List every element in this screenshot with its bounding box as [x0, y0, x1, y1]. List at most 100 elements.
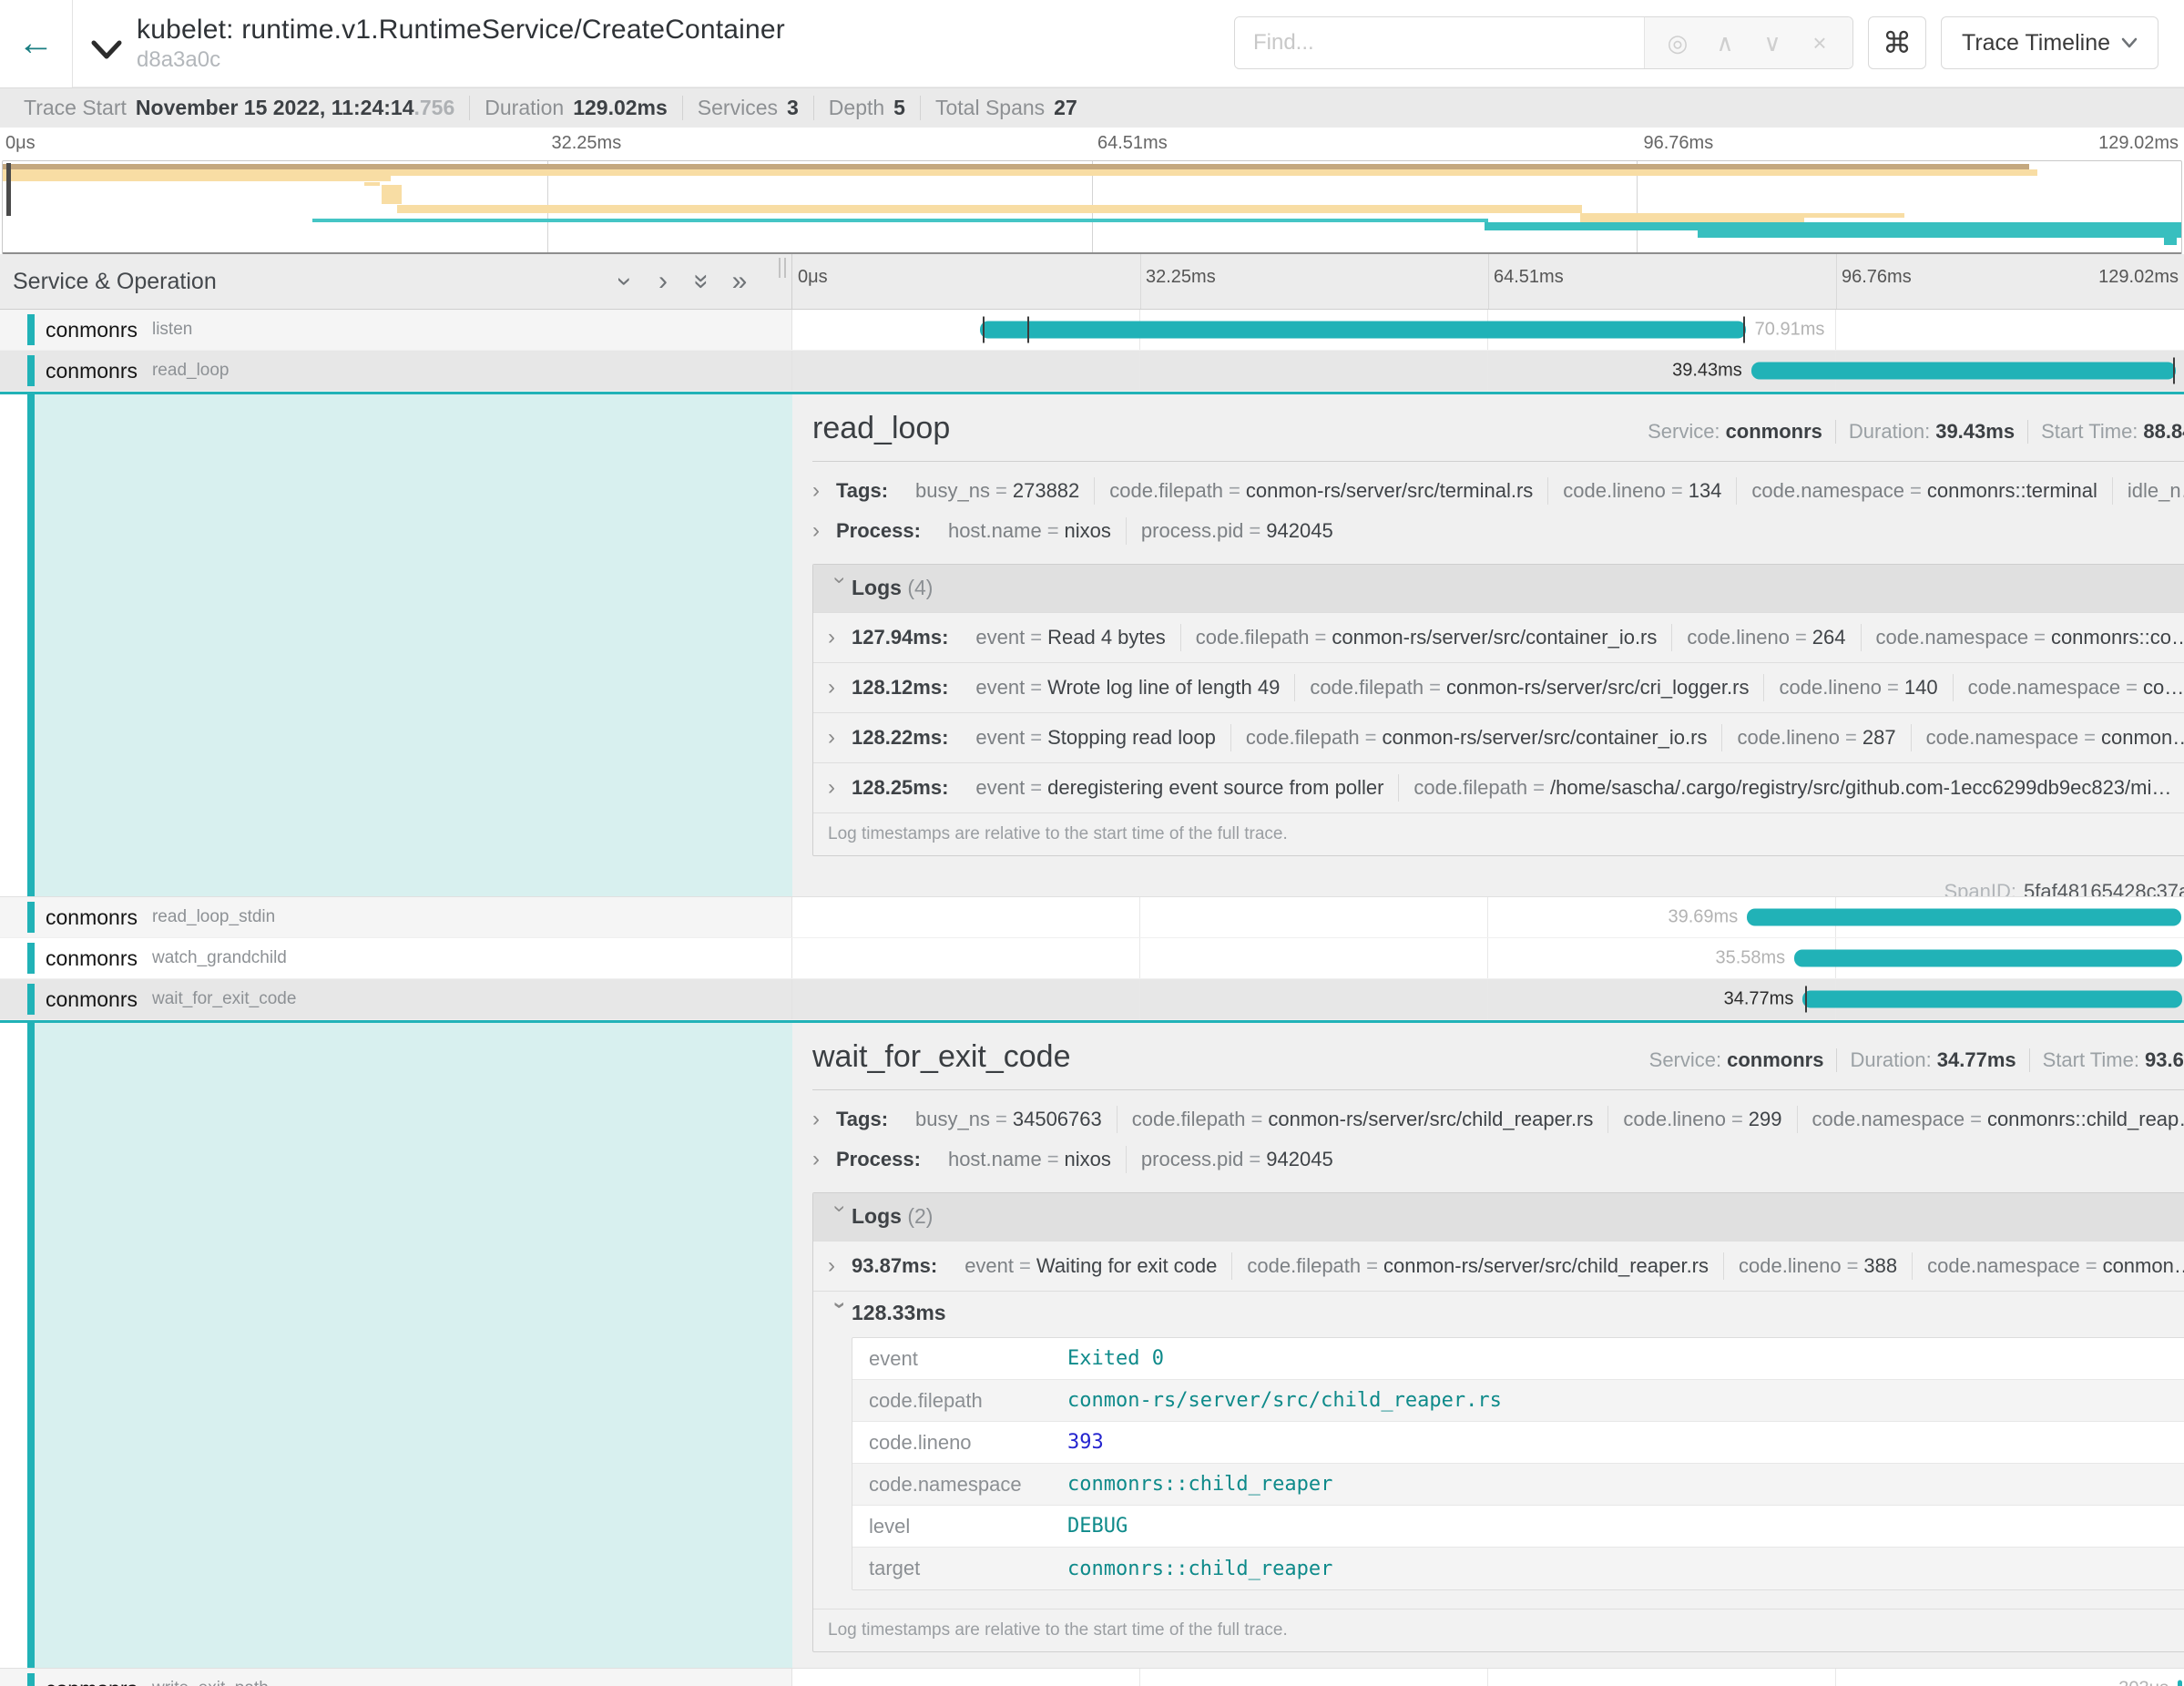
log-field-row: code.filepathconmon-rs/server/src/child_…	[852, 1380, 2184, 1422]
detail-indent-tint	[35, 1023, 792, 1668]
tag-item: code.filepath=conmon-rs/server/src/conta…	[1231, 724, 1723, 751]
tag-value: 942045	[1266, 1148, 1332, 1170]
ruler-tick-label: 32.25ms	[1146, 267, 1216, 288]
collapse-all-icon[interactable]: »	[686, 266, 717, 297]
expand-one-icon[interactable]: ›	[648, 266, 679, 297]
detail-meta-item: Start Time:88.84ms	[2028, 420, 2184, 444]
back-button[interactable]: ←	[0, 0, 73, 87]
chevron-right-icon: ›	[812, 1147, 836, 1172]
equals-sign: =	[1361, 1254, 1383, 1277]
chevron-right-icon: ›	[812, 1107, 836, 1132]
minimap-viewport-handle[interactable]	[6, 163, 11, 216]
locate-match-icon[interactable]: ◎	[1654, 17, 1701, 68]
operation-name: wait_for_exit_code	[152, 989, 296, 1009]
next-match-icon[interactable]: ∨	[1749, 17, 1796, 68]
process-row[interactable]: ›Process:host.name=nixosprocess.pid=9420…	[812, 511, 2184, 551]
tag-key: code.filepath	[1196, 626, 1310, 649]
log-entry-row[interactable]: ›128.25ms:event=deregistering event sour…	[813, 762, 2184, 812]
span-timeline-cell[interactable]: 70.91ms	[792, 310, 2184, 350]
span-duration-bar[interactable]	[1751, 363, 2176, 380]
tag-item: code.lineno=388	[1724, 1252, 1913, 1280]
span-detail-indent-strip	[0, 1023, 792, 1668]
minimap-span-bar	[3, 169, 2037, 176]
tag-value: conmon…	[2101, 726, 2184, 749]
ruler-tick-label: 64.51ms	[1097, 133, 1168, 154]
equals-sign: =	[1025, 676, 1047, 699]
back-arrow-icon: ←	[18, 23, 55, 63]
span-row-read_loop_stdin[interactable]: conmonrsread_loop_stdin39.69ms	[0, 897, 2184, 938]
span-name-cell[interactable]: conmonrswait_for_exit_code	[0, 979, 792, 1019]
span-row-listen[interactable]: conmonrslisten70.91ms	[0, 310, 2184, 351]
span-duration-bar[interactable]	[1747, 909, 2181, 926]
span-timeline-cell[interactable]: 39.69ms	[792, 897, 2184, 937]
equals-sign: =	[1025, 626, 1047, 649]
logs-count: (2)	[907, 1204, 933, 1228]
span-row-write_exit_path[interactable]: conmonrswrite_exit_path303μs	[0, 1669, 2184, 1686]
chevron-right-icon: ›	[828, 775, 852, 801]
minimap-span-bar	[1802, 213, 1904, 218]
log-field-key: code.filepath	[852, 1382, 1062, 1420]
tag-item: event=Wrote log line of length 49	[961, 674, 1295, 701]
tag-key: process.pid	[1141, 519, 1244, 542]
expand-all-icon[interactable]: »	[724, 266, 755, 297]
previous-match-icon[interactable]: ∧	[1701, 17, 1749, 68]
find-input[interactable]	[1235, 17, 1644, 68]
log-entry-row[interactable]: ›128.22ms:event=Stopping read loopcode.f…	[813, 712, 2184, 762]
span-duration-bar[interactable]	[1794, 950, 2182, 967]
log-entry-row[interactable]: ›128.12ms:event=Wrote log line of length…	[813, 662, 2184, 712]
log-field-value: 393	[1062, 1424, 1109, 1461]
minimap-canvas[interactable]	[2, 160, 2182, 254]
tags-row[interactable]: ›Tags:busy_ns=34506763code.filepath=conm…	[812, 1099, 2184, 1139]
tags-row[interactable]: ›Tags:busy_ns=273882code.filepath=conmon…	[812, 471, 2184, 511]
log-entry-row[interactable]: ›93.87ms:event=Waiting for exit codecode…	[813, 1241, 2184, 1291]
collapse-one-icon[interactable]: ›	[609, 266, 640, 297]
logs-header[interactable]: ›Logs (4)	[813, 565, 2184, 612]
span-duration-bar[interactable]	[2178, 1681, 2182, 1686]
log-field-value: conmonrs::child_reaper	[1062, 1550, 1338, 1588]
tag-item: event=Stopping read loop	[961, 724, 1230, 751]
detail-title-row: read_loopService:conmonrsDuration:39.43m…	[812, 411, 2184, 446]
span-duration-bar[interactable]	[1802, 991, 2182, 1008]
column-resizer-handle[interactable]	[779, 258, 786, 278]
tag-value: conmon-rs/server/src/child_reaper.rs	[1268, 1108, 1593, 1130]
summary-label: Depth	[829, 96, 884, 120]
detail-meta-label: Duration:	[1850, 1048, 1931, 1071]
clear-search-icon[interactable]: ×	[1796, 17, 1843, 68]
tag-key: busy_ns	[915, 1108, 990, 1130]
view-selector-dropdown[interactable]: Trace Timeline	[1941, 16, 2158, 69]
keyboard-shortcuts-button[interactable]: ⌘	[1868, 16, 1926, 69]
tag-key: code.lineno	[1739, 1254, 1842, 1277]
process-row[interactable]: ›Process:host.name=nixosprocess.pid=9420…	[812, 1139, 2184, 1180]
summary-label: Trace Start	[24, 96, 127, 120]
span-timeline-cell[interactable]: 34.77ms	[792, 979, 2184, 1019]
ruler-tick-label: 129.02ms	[2098, 133, 2179, 154]
log-entry-row[interactable]: ›127.94ms:event=Read 4 bytescode.filepat…	[813, 612, 2184, 662]
service-color-accent	[27, 314, 35, 345]
equals-sign: =	[1310, 626, 1332, 649]
span-row-read_loop[interactable]: conmonrsread_loop39.43ms	[0, 351, 2184, 392]
log-timestamp: 128.33ms	[852, 1301, 946, 1324]
log-entry-header[interactable]: ›128.33ms	[828, 1301, 2184, 1326]
logs-header[interactable]: ›Logs (2)	[813, 1193, 2184, 1241]
ruler-tick-label: 0μs	[5, 133, 36, 154]
equals-sign: =	[1243, 519, 1266, 542]
span-name-cell[interactable]: conmonrswatch_grandchild	[0, 938, 792, 978]
span-name-cell[interactable]: conmonrsread_loop_stdin	[0, 897, 792, 937]
log-timestamp: 127.94ms:	[852, 626, 948, 649]
span-timeline-cell[interactable]: 39.43ms	[792, 351, 2184, 391]
summary-label: Services	[698, 96, 778, 120]
trace-header-collapse-toggle[interactable]	[89, 38, 124, 62]
span-timeline-cell[interactable]: 35.58ms	[792, 938, 2184, 978]
detail-meta-value: 93.63ms	[2145, 1048, 2184, 1071]
page-title: kubelet: runtime.v1.RuntimeService/Creat…	[137, 15, 785, 46]
span-row-wait_for_exit_code[interactable]: conmonrswait_for_exit_code34.77ms	[0, 979, 2184, 1020]
span-timeline-cell[interactable]: 303μs	[792, 1669, 2184, 1686]
equals-sign: =	[990, 479, 1013, 502]
tag-key: code.filepath	[1310, 676, 1424, 699]
service-operation-header: Service & Operation › › » »	[0, 254, 792, 309]
span-name-cell[interactable]: conmonrswrite_exit_path	[0, 1669, 792, 1686]
span-name-cell[interactable]: conmonrsread_loop	[0, 351, 792, 391]
span-row-watch_grandchild[interactable]: conmonrswatch_grandchild35.58ms	[0, 938, 2184, 979]
span-duration-bar[interactable]	[980, 322, 1745, 339]
span-name-cell[interactable]: conmonrslisten	[0, 310, 792, 350]
